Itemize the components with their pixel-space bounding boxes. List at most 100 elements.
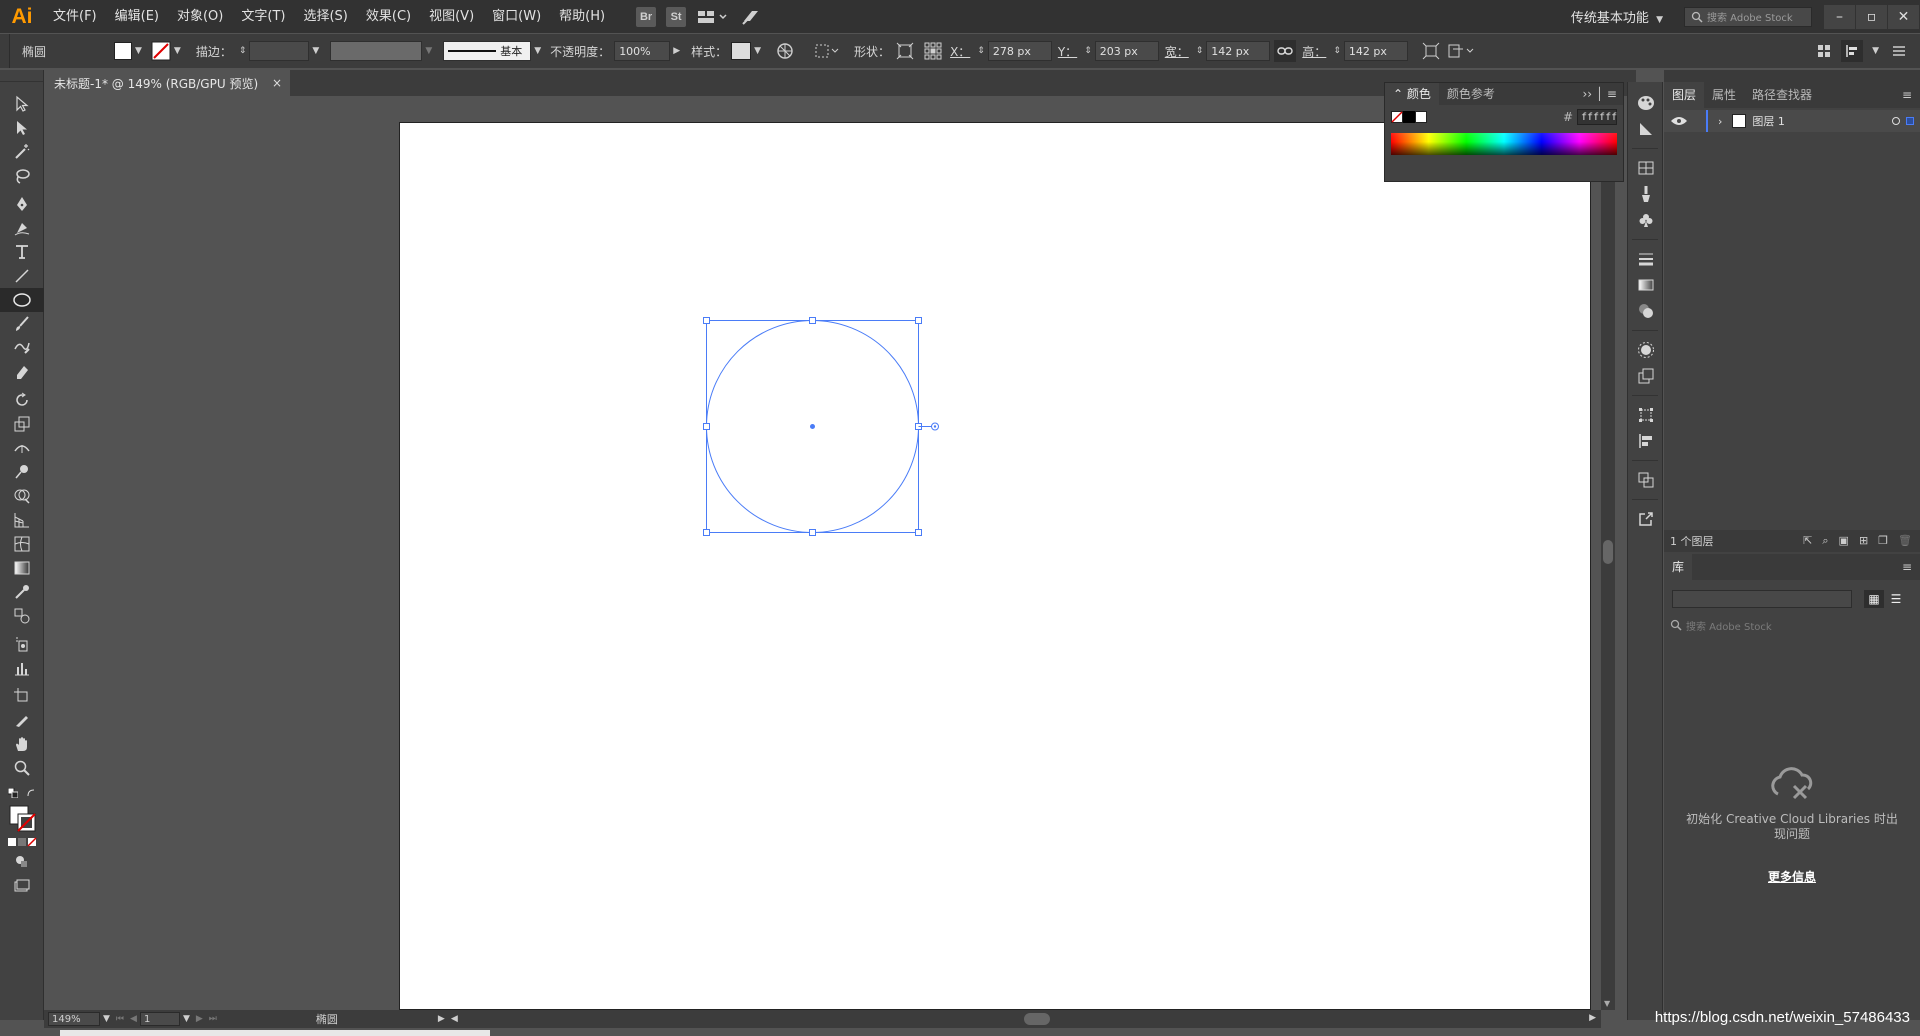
dock-graphic-styles[interactable] <box>1628 363 1664 389</box>
list-view-icon[interactable]: ☰ <box>1886 590 1906 608</box>
vertical-scrollbar[interactable]: ▼ <box>1601 96 1615 1010</box>
dock-transparency[interactable] <box>1628 298 1664 324</box>
horizontal-scroll-thumb[interactable] <box>1024 1013 1050 1025</box>
width-input[interactable]: 142 px <box>1206 41 1271 61</box>
perspective-grid-tool[interactable] <box>0 508 44 532</box>
default-fill-stroke-icon[interactable] <box>8 788 18 798</box>
graphic-style-swatch[interactable] <box>731 42 752 60</box>
dock-align[interactable] <box>1628 428 1664 454</box>
handle-top-center[interactable] <box>809 317 816 324</box>
library-search-input[interactable]: 搜索 Adobe Stock <box>1670 616 1914 634</box>
type-tool[interactable] <box>0 240 44 264</box>
height-stepper-icon[interactable]: ⇕ <box>1333 46 1341 56</box>
tab-pathfinder[interactable]: 路径查找器 <box>1744 82 1820 108</box>
dock-color-panel[interactable] <box>1628 90 1664 116</box>
close-tab-icon[interactable]: × <box>272 76 282 90</box>
dock-color-guide[interactable] <box>1628 116 1664 142</box>
vertical-scroll-thumb[interactable] <box>1603 540 1613 564</box>
menu-select[interactable]: 选择(S) <box>294 0 356 33</box>
shape-bounding-icon[interactable] <box>894 40 916 62</box>
artboard-tool[interactable] <box>0 684 44 708</box>
scroll-right-icon[interactable]: ▶ <box>1589 1013 1596 1023</box>
layers-panel-menu-icon[interactable]: ≡ <box>1902 88 1912 102</box>
collapse-panel-icon[interactable]: ›› │ ≡ <box>1582 87 1617 101</box>
hand-tool[interactable] <box>0 732 44 756</box>
pen-tool[interactable] <box>0 192 44 216</box>
black-swatch[interactable] <box>1403 111 1415 123</box>
shaper-tool[interactable] <box>0 336 44 360</box>
dock-gradient[interactable] <box>1628 272 1664 298</box>
ellipse-tool[interactable] <box>0 288 44 312</box>
right-panels-grip[interactable] <box>1664 70 1920 82</box>
selection-tool[interactable] <box>0 92 44 116</box>
recolor-artwork-icon[interactable] <box>774 40 796 62</box>
stroke-none-swatch-icon[interactable] <box>151 41 171 61</box>
new-layer-icon[interactable]: ❐ <box>1878 534 1888 548</box>
visibility-eye-icon[interactable] <box>1668 115 1690 127</box>
dock-appearance[interactable] <box>1628 337 1664 363</box>
handle-bottom-left[interactable] <box>703 529 710 536</box>
library-select[interactable] <box>1672 590 1852 608</box>
color-spectrum[interactable] <box>1391 133 1617 155</box>
grid-view-icon[interactable]: ▦ <box>1864 590 1884 608</box>
tab-layers[interactable]: 图层 <box>1664 82 1705 108</box>
magic-wand-tool[interactable] <box>0 140 44 164</box>
workspace-switcher[interactable]: 传统基本功能 ▼ <box>1571 7 1666 26</box>
dock-pathfinder[interactable] <box>1628 467 1664 493</box>
handle-middle-left[interactable] <box>703 423 710 430</box>
layer-row[interactable]: › 图层 1 <box>1664 110 1920 132</box>
align-to-icon[interactable] <box>812 40 842 62</box>
menu-edit[interactable]: 编辑(E) <box>106 0 168 33</box>
control-bar-grip[interactable] <box>0 34 10 68</box>
stock-button[interactable]: St <box>666 6 687 27</box>
handle-bottom-right[interactable] <box>915 529 922 536</box>
hex-color-input[interactable]: ffffff <box>1577 109 1617 125</box>
menu-effect[interactable]: 效果(C) <box>357 0 420 33</box>
y-input[interactable]: 203 px <box>1094 41 1159 61</box>
symbol-sprayer-tool[interactable] <box>0 632 44 656</box>
next-artboard-icon[interactable]: ▶ <box>196 1014 203 1024</box>
stroke-stepper-icon[interactable]: ⇕ <box>239 46 247 56</box>
toolbar-grip[interactable] <box>0 70 43 82</box>
clipping-mask-icon[interactable]: ▣ <box>1839 534 1849 548</box>
x-stepper-icon[interactable]: ⇕ <box>977 46 985 56</box>
document-tab[interactable]: 未标题-1* @ 149% (RGB/GPU 预览) × <box>44 70 290 96</box>
fill-chevron-icon[interactable]: ▼ <box>135 46 142 56</box>
maximize-button[interactable]: ▫ <box>1856 4 1887 29</box>
blend-tool[interactable] <box>0 604 44 628</box>
gpu-performance-icon[interactable] <box>740 6 762 28</box>
new-sublayer-icon[interactable]: ⊞ <box>1859 534 1868 548</box>
brush-chevron-icon[interactable]: ▼ <box>534 46 541 56</box>
arrange-documents-icon[interactable] <box>696 7 730 27</box>
layer-name[interactable]: 图层 1 <box>1752 113 1785 129</box>
x-input[interactable]: 278 px <box>987 41 1052 61</box>
status-menu-icon[interactable]: ▶ <box>438 1014 445 1024</box>
last-artboard-icon[interactable]: ⏭ <box>209 1014 217 1024</box>
line-segment-tool[interactable] <box>0 264 44 288</box>
dock-swatches[interactable] <box>1628 155 1664 181</box>
prev-artboard-icon[interactable]: ◀ <box>130 1014 137 1024</box>
variable-width-profile[interactable] <box>330 41 423 61</box>
close-window-button[interactable]: ✕ <box>1888 4 1919 29</box>
tab-color[interactable]: ⌃ 颜色 <box>1385 83 1439 105</box>
tab-properties[interactable]: 属性 <box>1704 82 1744 108</box>
gradient-tool[interactable] <box>0 556 44 580</box>
constrain-proportions-icon[interactable] <box>1274 40 1297 62</box>
tab-color-guide[interactable]: 颜色参考 <box>1439 83 1503 105</box>
more-info-link[interactable]: 更多信息 <box>1664 868 1920 885</box>
transform-icon[interactable] <box>1420 40 1442 62</box>
delete-layer-icon[interactable]: 🗑 <box>1898 534 1912 548</box>
curvature-tool[interactable] <box>0 216 44 240</box>
handle-bottom-center[interactable] <box>809 529 816 536</box>
mesh-tool[interactable] <box>0 532 44 556</box>
artboard-chevron-icon[interactable]: ▼ <box>183 1014 190 1024</box>
align-panel-icon[interactable] <box>1841 40 1864 62</box>
scale-tool[interactable] <box>0 412 44 436</box>
opacity-input[interactable]: 100% <box>614 41 671 61</box>
first-artboard-icon[interactable]: ⏮ <box>116 1014 124 1024</box>
menu-file[interactable]: 文件(F) <box>44 0 106 33</box>
paintbrush-tool[interactable] <box>0 312 44 336</box>
stroke-chevron-icon[interactable]: ▼ <box>174 46 181 56</box>
layer-target-icon[interactable] <box>1892 117 1900 125</box>
height-input[interactable]: 142 px <box>1343 41 1408 61</box>
